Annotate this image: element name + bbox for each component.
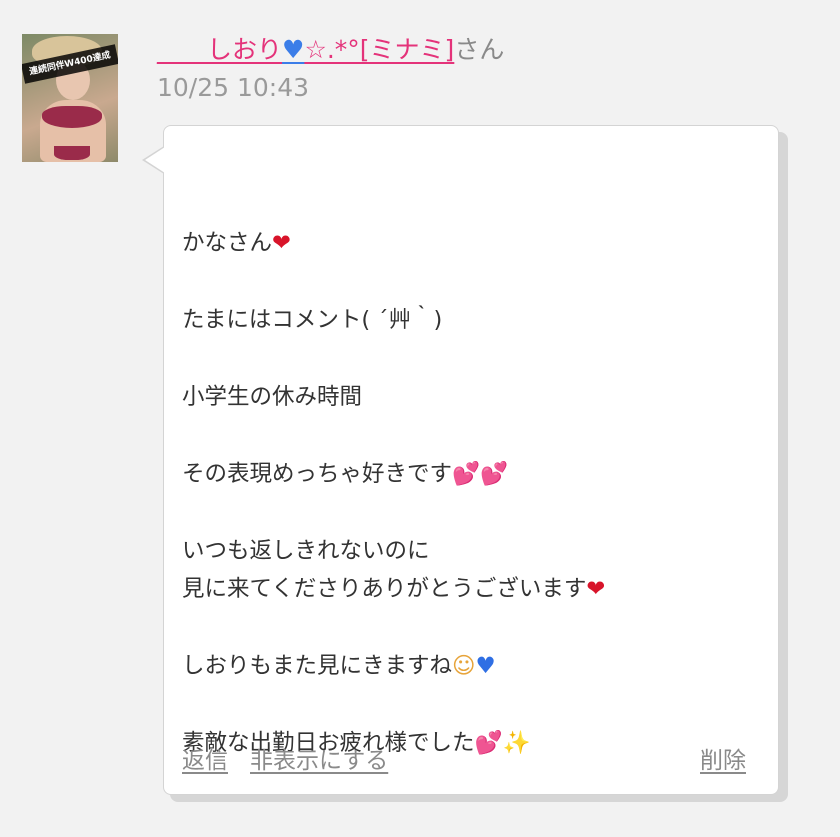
message-line: [182, 185, 762, 224]
comment-message: かなさん❤ たまにはコメント( ´艸｀) 小学生の休み時間 その表現めっちゃ好き…: [182, 185, 762, 762]
message-line: [182, 608, 762, 647]
user-name-link[interactable]: ____しおり♥☆.*°[ミナミ]: [157, 35, 454, 64]
message-line: [182, 262, 762, 301]
two-hearts-icon: 💕: [452, 461, 481, 487]
user-name-suffix: ☆.*°[ミナミ]: [304, 35, 455, 64]
blue-heart-icon: ♥: [282, 35, 305, 64]
message-line: その表現めっちゃ好きです💕💕: [182, 461, 509, 487]
message-line: かなさん❤: [182, 230, 291, 256]
message-line: 小学生の休み時間: [182, 384, 363, 410]
red-heart-icon: ❤: [272, 230, 291, 256]
comment-actions: 返信 非表示にする 削除: [182, 743, 746, 779]
comment-item: 連続同伴W400達成 ____しおり♥☆.*°[ミナミ]さん 10/25 10:…: [0, 0, 840, 837]
bubble-tail-fill: [145, 147, 165, 173]
comment-timestamp: 10/25 10:43: [157, 73, 310, 102]
delete-link[interactable]: 削除: [700, 743, 746, 779]
avatar[interactable]: 連続同伴W400達成: [22, 34, 118, 162]
reply-link[interactable]: 返信: [182, 743, 228, 779]
message-line: [182, 339, 762, 378]
hide-link[interactable]: 非表示にする: [250, 743, 388, 779]
message-line: しおりもまた見にきますね☺♥: [182, 653, 496, 679]
avatar-top-shape: [42, 106, 102, 128]
message-line: いつも返しきれないのに: [182, 538, 430, 564]
avatar-bottom-shape: [54, 146, 90, 160]
message-line: [182, 685, 762, 724]
comment-author-line: ____しおり♥☆.*°[ミナミ]さん: [157, 34, 504, 66]
red-heart-icon: ❤: [586, 576, 606, 602]
honorific: さん: [454, 35, 505, 64]
blue-heart-icon: ♥: [475, 653, 496, 679]
message-line: [182, 416, 762, 455]
user-name: ____しおり: [157, 35, 283, 64]
smiling-face-icon: ☺: [452, 653, 476, 679]
message-line: [182, 493, 762, 532]
message-line: 見に来てくださりありがとうございます❤: [182, 576, 606, 602]
two-hearts-icon: 💕: [480, 461, 509, 487]
message-line: たまにはコメント( ´艸｀): [182, 307, 443, 333]
